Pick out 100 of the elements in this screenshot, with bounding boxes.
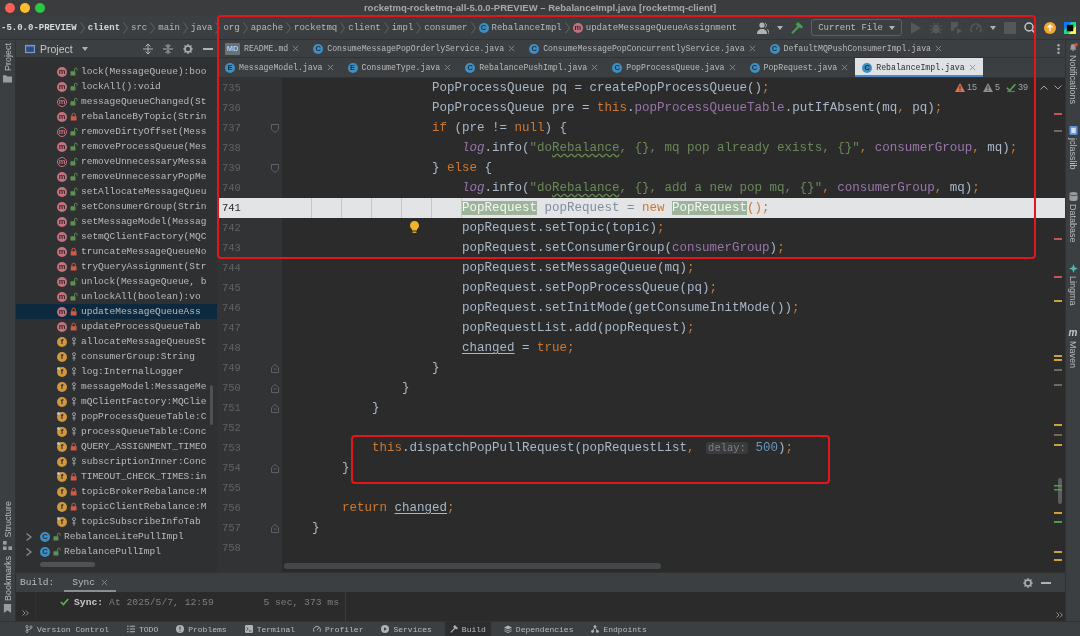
fold-marker-icon[interactable] (271, 363, 279, 373)
scrollbar-thumb[interactable] (284, 563, 661, 569)
build-tab[interactable]: Sync (64, 573, 117, 592)
fold-marker-icon[interactable] (271, 403, 279, 413)
caret-icon[interactable] (81, 46, 88, 51)
tool-window-button[interactable]: Lingma (1068, 264, 1078, 306)
breadcrumb-item[interactable]: -5.0.0-PREVIEW (1, 22, 77, 33)
close-icon[interactable] (841, 64, 849, 71)
breadcrumb-item[interactable]: impl (391, 22, 414, 33)
tool-window-button[interactable]: jclasslib (1068, 126, 1078, 170)
open-lock-icon (70, 157, 78, 166)
fold-marker-icon[interactable] (271, 383, 279, 393)
code-line: PopProcessQueue pq = createPopProcessQueue(); (432, 81, 770, 95)
tool-window-button[interactable]: Terminal (239, 622, 301, 636)
tool-window-button[interactable]: Profiler (308, 622, 369, 636)
build-panel-title: Build: (20, 577, 55, 588)
tool-window-button[interactable]: Database (1068, 191, 1078, 243)
tool-window-button[interactable]: Problems (171, 622, 232, 636)
minimize-window-icon[interactable] (20, 3, 30, 13)
fold-marker-icon[interactable] (271, 523, 279, 533)
breadcrumb-item[interactable]: java (190, 22, 213, 33)
close-icon[interactable] (968, 64, 976, 71)
chevron-right-icon[interactable] (26, 547, 32, 556)
breadcrumb-item[interactable]: src (131, 22, 148, 33)
collapse-all-icon[interactable] (163, 43, 173, 54)
breadcrumb-item[interactable]: rocketmq (294, 22, 338, 33)
tool-window-button[interactable]: Bookmarks (2, 556, 13, 613)
run-configuration-dropdown[interactable]: Current File (811, 19, 902, 36)
breadcrumb-item[interactable]: client (348, 22, 381, 33)
chevron-right-icon[interactable] (26, 532, 32, 541)
close-icon[interactable] (591, 64, 599, 71)
more-icon[interactable] (1057, 43, 1060, 54)
pin-icon (70, 517, 78, 526)
search-icon[interactable] (1024, 21, 1036, 34)
close-icon[interactable] (101, 579, 109, 586)
close-icon[interactable] (748, 45, 756, 52)
users-icon[interactable] (757, 21, 770, 34)
settings-icon[interactable] (183, 43, 193, 54)
tool-window-button[interactable]: Dependencies (498, 622, 579, 636)
inspection-counter[interactable]: 15 (954, 82, 977, 92)
breadcrumb-item[interactable]: main (158, 22, 180, 33)
breadcrumb-item[interactable]: client (87, 22, 121, 33)
close-icon[interactable] (508, 45, 516, 52)
breadcrumb-item[interactable]: consumer (424, 22, 468, 33)
lock-icon (70, 322, 78, 331)
maximize-window-icon[interactable] (35, 3, 45, 13)
close-icon[interactable] (326, 64, 334, 71)
hammer-icon (449, 625, 458, 633)
chevron-up-icon[interactable] (1040, 84, 1048, 90)
close-icon[interactable] (292, 45, 300, 52)
hide-icon[interactable] (203, 47, 213, 50)
pin-icon (70, 337, 78, 346)
double-chevron-icon[interactable] (22, 610, 29, 616)
tool-window-button[interactable]: Endpoints (586, 622, 652, 636)
caret-icon[interactable] (777, 25, 784, 30)
close-icon[interactable] (444, 64, 452, 71)
breadcrumb-item[interactable]: org (223, 22, 240, 33)
expand-all-icon[interactable] (143, 43, 153, 54)
hide-icon[interactable] (1041, 581, 1051, 584)
update-icon[interactable] (1044, 21, 1056, 34)
tool-window-button[interactable]: Build (444, 622, 491, 636)
close-window-icon[interactable] (5, 3, 15, 13)
scrollbar-thumb[interactable] (40, 562, 95, 567)
double-chevron-icon[interactable] (1056, 612, 1063, 618)
lock-icon (70, 472, 78, 481)
fold-marker-icon[interactable] (271, 163, 279, 173)
lock-icon (70, 262, 78, 271)
breadcrumb-item[interactable]: apache (250, 22, 284, 33)
check-icon (60, 598, 69, 606)
open-lock-icon (70, 67, 78, 76)
project-view-dropdown[interactable]: Project (40, 42, 88, 55)
tool-window-button[interactable]: Version Control (20, 622, 114, 636)
close-icon[interactable] (728, 64, 736, 71)
fold-marker-icon[interactable] (271, 463, 279, 473)
chevron-icon (150, 21, 156, 34)
inspection-counter[interactable]: 39 (1006, 82, 1028, 92)
hammer-icon[interactable] (791, 21, 804, 34)
lightbulb-icon[interactable] (410, 221, 419, 233)
chevron-icon (564, 21, 570, 34)
caret-icon[interactable] (990, 25, 996, 30)
tool-window-button[interactable]: TODO (122, 622, 164, 636)
chevron-down-icon[interactable] (1054, 84, 1062, 90)
tool-window-button[interactable]: Structure (2, 501, 13, 550)
code-line: } (372, 401, 380, 415)
code-editor[interactable] (218, 78, 1065, 572)
app-logo-icon[interactable] (1064, 21, 1076, 34)
open-lock-icon (70, 172, 78, 181)
tool-window-button[interactable]: m Maven (1068, 327, 1078, 368)
tool-window-button[interactable]: Project (2, 43, 13, 83)
fold-marker-icon[interactable] (271, 123, 279, 133)
caret-icon[interactable] (889, 25, 895, 30)
settings-icon[interactable] (1023, 577, 1033, 588)
close-icon[interactable] (935, 45, 942, 52)
tool-window-button[interactable]: Services (376, 622, 437, 636)
tool-window-button[interactable]: Notifications (1068, 43, 1078, 105)
code-line: } (342, 461, 350, 475)
line-number: 741 (222, 202, 241, 214)
inspection-counter[interactable]: 5 (982, 82, 1000, 92)
pin-icon (70, 427, 78, 436)
scrollbar-thumb[interactable] (210, 385, 213, 425)
